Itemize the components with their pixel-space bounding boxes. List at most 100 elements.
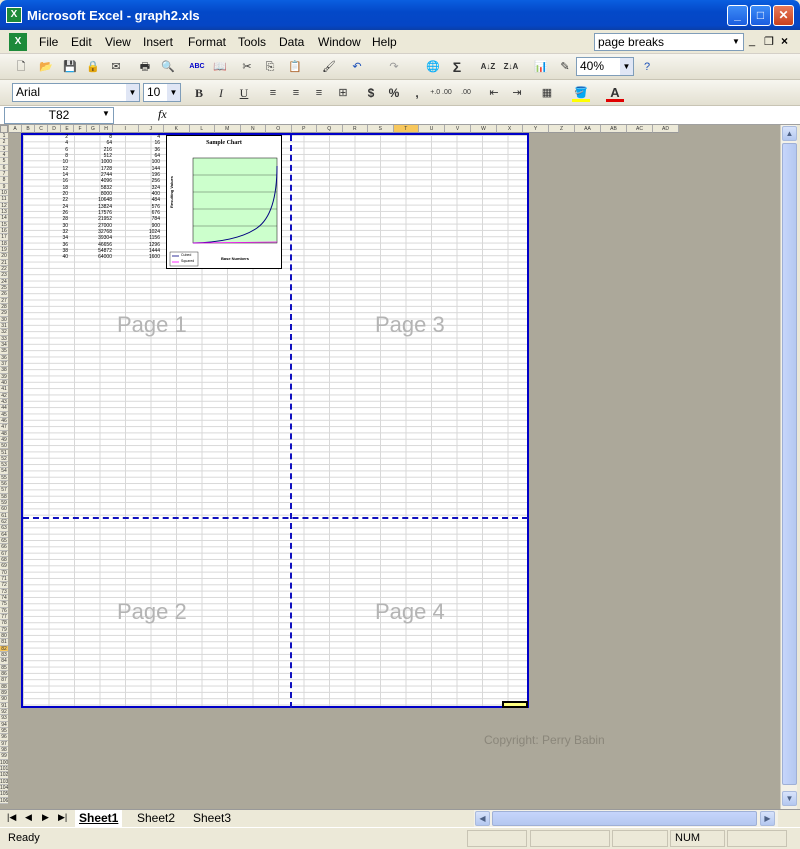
cell-value[interactable]: 2744 [92, 172, 112, 178]
column-header[interactable]: L [189, 125, 215, 133]
cell-value[interactable]: 324 [140, 185, 160, 191]
cell-value[interactable]: 484 [140, 197, 160, 203]
scroll-thumb[interactable] [782, 143, 797, 785]
currency-button[interactable]: $ [362, 84, 380, 102]
column-header[interactable]: AA [575, 125, 601, 133]
cell-value[interactable]: 216 [92, 147, 112, 153]
cell-value[interactable]: 64000 [92, 254, 112, 260]
cell-value[interactable]: 36 [140, 147, 160, 153]
email-icon[interactable]: ✉ [107, 58, 125, 76]
column-header[interactable]: V [445, 125, 471, 133]
chevron-down-icon[interactable]: ▼ [620, 58, 633, 75]
cell-value[interactable]: 900 [140, 223, 160, 229]
comma-button[interactable]: , [408, 84, 426, 102]
last-sheet-button[interactable]: ▶| [58, 812, 67, 823]
menu-help[interactable]: Help [372, 35, 397, 49]
column-header[interactable]: AC [627, 125, 653, 133]
align-right-icon[interactable]: ≡ [310, 84, 328, 102]
cell-value[interactable]: 10 [48, 159, 68, 165]
doc-restore-button[interactable]: ❐ [764, 35, 774, 48]
column-header[interactable]: AB [601, 125, 627, 133]
cell-value[interactable]: 32768 [92, 229, 112, 235]
column-header[interactable]: F [74, 125, 87, 133]
cell-value[interactable]: 144 [140, 166, 160, 172]
borders-icon[interactable]: ▦ [538, 84, 556, 102]
column-header[interactable]: X [497, 125, 523, 133]
align-center-icon[interactable]: ≡ [287, 84, 305, 102]
formula-input[interactable] [176, 107, 796, 124]
horizontal-scrollbar[interactable]: ◀ ▶ [474, 810, 778, 827]
column-header[interactable]: S [368, 125, 394, 133]
italic-button[interactable]: I [212, 84, 230, 102]
column-header[interactable]: H [100, 125, 113, 133]
spelling-icon[interactable]: ABC [188, 58, 206, 76]
menu-insert[interactable]: Insert [143, 35, 173, 49]
redo-icon[interactable]: ↷ [385, 58, 403, 76]
menu-view[interactable]: View [105, 35, 131, 49]
first-sheet-button[interactable]: |◀ [7, 812, 16, 823]
chevron-down-icon[interactable]: ▼ [167, 84, 180, 101]
cell-value[interactable]: 12 [48, 166, 68, 172]
percent-button[interactable]: % [385, 84, 403, 102]
scroll-up-button[interactable]: ▲ [782, 126, 797, 141]
doc-minimize-button[interactable]: _ [749, 35, 755, 47]
column-header[interactable]: W [471, 125, 497, 133]
column-header[interactable]: U [419, 125, 445, 133]
column-header[interactable]: N [240, 125, 266, 133]
help-icon[interactable]: ? [638, 58, 656, 76]
scroll-left-button[interactable]: ◀ [475, 811, 490, 826]
merge-center-icon[interactable]: ⊞ [334, 84, 352, 102]
cell-value[interactable]: 1600 [140, 254, 160, 260]
cell-value[interactable]: 4 [48, 140, 68, 146]
cell-value[interactable]: 28 [48, 216, 68, 222]
font-color-icon[interactable]: A [606, 84, 624, 102]
column-header[interactable]: B [22, 125, 35, 133]
select-all-button[interactable] [0, 125, 8, 133]
row-header[interactable]: 106 [0, 797, 8, 804]
cell-value[interactable]: 34 [48, 235, 68, 241]
align-left-icon[interactable]: ≡ [264, 84, 282, 102]
chart-wizard-icon[interactable]: 📊 [532, 58, 550, 76]
column-header[interactable]: K [164, 125, 190, 133]
open-icon[interactable]: 📂 [37, 58, 55, 76]
cell-value[interactable]: 14 [48, 172, 68, 178]
increase-indent-icon[interactable]: ⇥ [508, 84, 526, 102]
minimize-button[interactable]: _ [727, 5, 748, 26]
decrease-indent-icon[interactable]: ⇤ [485, 84, 503, 102]
column-header[interactable]: Z [549, 125, 575, 133]
scroll-right-button[interactable]: ▶ [760, 811, 775, 826]
cell-value[interactable]: 22 [48, 197, 68, 203]
doc-close-button[interactable]: × [781, 34, 788, 48]
cell-value[interactable]: 196 [140, 172, 160, 178]
tab-sheet1[interactable]: Sheet1 [75, 810, 123, 827]
name-box[interactable]: T82 [4, 107, 114, 124]
cell-value[interactable]: 39304 [92, 235, 112, 241]
cell-value[interactable]: 8 [92, 134, 112, 140]
zoom-select[interactable]: 40% ▼ [576, 57, 634, 76]
cell-value[interactable]: 676 [140, 210, 160, 216]
cell-value[interactable]: 30 [48, 223, 68, 229]
horizontal-page-break[interactable] [23, 517, 528, 519]
column-header[interactable]: T [393, 125, 419, 133]
column-header[interactable]: J [138, 125, 164, 133]
font-size-select[interactable]: 10 ▼ [143, 83, 181, 102]
active-cell[interactable] [502, 701, 528, 708]
cell-value[interactable]: 10648 [92, 197, 112, 203]
worksheet-area[interactable]: A B C D E F G H I J K L M N O P Q R S T U V W X Y Z AA AB AC AD 12345… [0, 125, 780, 809]
cell-value[interactable]: 17576 [92, 210, 112, 216]
sort-ascending-icon[interactable]: A↓Z [479, 58, 497, 76]
cell-value[interactable]: 8 [48, 153, 68, 159]
workbook-icon[interactable]: X [9, 33, 27, 51]
cell-value[interactable]: 512 [92, 153, 112, 159]
cell-value[interactable]: 256 [140, 178, 160, 184]
cell-value[interactable]: 16 [48, 178, 68, 184]
cell-value[interactable]: 1296 [140, 242, 160, 248]
cell-value[interactable]: 8000 [92, 191, 112, 197]
tab-sheet3[interactable]: Sheet3 [189, 810, 235, 827]
scroll-down-button[interactable]: ▼ [782, 791, 797, 806]
column-header[interactable]: R [342, 125, 368, 133]
cell-value[interactable]: 1728 [92, 166, 112, 172]
cell-value[interactable]: 46656 [92, 242, 112, 248]
menu-data[interactable]: Data [279, 35, 304, 49]
column-header[interactable]: M [215, 125, 241, 133]
